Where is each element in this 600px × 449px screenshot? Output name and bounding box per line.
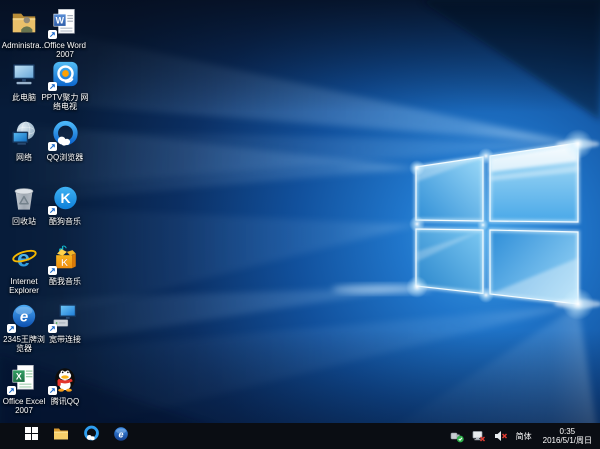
taskbar-clock[interactable]: 0:35 2016/5/1/周日 [540, 427, 595, 446]
desktop-icon-broadband-connection[interactable]: 宽带连接 [39, 304, 91, 344]
shortcut-arrow-icon [48, 82, 57, 91]
desktop-icon-label: PPTV聚力 网络电视 [41, 93, 88, 111]
folder-icon [53, 427, 69, 446]
desktop: Administra... W Office Word2007 [0, 0, 600, 449]
2345-browser-icon: e [113, 426, 129, 447]
svg-text:e: e [20, 309, 28, 326]
ime-language-indicator[interactable]: 简体 [516, 431, 532, 442]
clock-date: 2016/5/1/周日 [543, 436, 592, 446]
volume-muted-icon[interactable] [494, 429, 508, 443]
computer-monitor-icon [9, 60, 39, 93]
taskbar-2345-browser-button[interactable]: e [106, 423, 136, 449]
windows-logo-icon [25, 427, 38, 445]
desktop-icon-label: 回收站 [12, 217, 36, 226]
desktop-icon-kugou-music[interactable]: K 酷狗音乐 [39, 186, 91, 226]
clock-time: 0:35 [543, 427, 592, 437]
shortcut-arrow-icon [48, 266, 57, 275]
shortcut-arrow-icon [48, 206, 57, 215]
recycle-bin-icon [9, 184, 39, 217]
usb-safely-remove-icon[interactable] [450, 429, 464, 443]
user-folder-icon [9, 8, 39, 41]
desktop-icon-kuwo-music[interactable]: K 酷我音乐 [39, 246, 91, 286]
desktop-icon-label: 宽带连接 [49, 335, 81, 344]
system-tray: 简体 0:35 2016/5/1/周日 [450, 423, 600, 449]
desktop-icon-tencent-qq[interactable]: 腾讯QQ [39, 366, 91, 406]
svg-text:W: W [56, 15, 65, 25]
shortcut-arrow-icon [7, 324, 16, 333]
shortcut-arrow-icon [48, 386, 57, 395]
desktop-icon-label: 网络 [16, 153, 32, 162]
shortcut-arrow-icon [48, 30, 57, 39]
svg-text:K: K [60, 258, 68, 269]
desktop-icon-label: 腾讯QQ [51, 397, 79, 406]
desktop-icon-office-word-2007[interactable]: W Office Word2007 [39, 10, 91, 59]
taskbar: e [0, 423, 600, 449]
svg-text:K: K [60, 190, 70, 206]
shortcut-arrow-icon [7, 386, 16, 395]
start-button[interactable] [16, 423, 46, 449]
svg-text:e: e [118, 429, 123, 439]
desktop-icon-pptv[interactable]: PPTV聚力 网络电视 [39, 62, 91, 111]
taskbar-qq-browser-button[interactable] [76, 423, 106, 449]
taskbar-file-explorer-button[interactable] [46, 423, 76, 449]
desktop-icon-label: QQ浏览器 [47, 153, 83, 162]
svg-text:e: e [17, 245, 30, 271]
desktop-icon-label: 此电脑 [12, 93, 36, 102]
desktop-icon-label: InternetExplorer [9, 277, 39, 295]
qq-browser-icon [83, 425, 100, 447]
shortcut-arrow-icon [48, 324, 57, 333]
desktop-icon-label: Office Word2007 [44, 41, 86, 59]
desktop-icon-qq-browser[interactable]: QQ浏览器 [39, 122, 91, 162]
network-globe-icon [9, 120, 39, 153]
shortcut-arrow-icon [48, 142, 57, 151]
network-disconnected-icon[interactable] [472, 429, 486, 443]
ie-icon: e [9, 244, 39, 277]
svg-text:X: X [16, 371, 22, 381]
desktop-icon-label: 酷我音乐 [49, 277, 81, 286]
desktop-icon-label: 酷狗音乐 [49, 217, 81, 226]
